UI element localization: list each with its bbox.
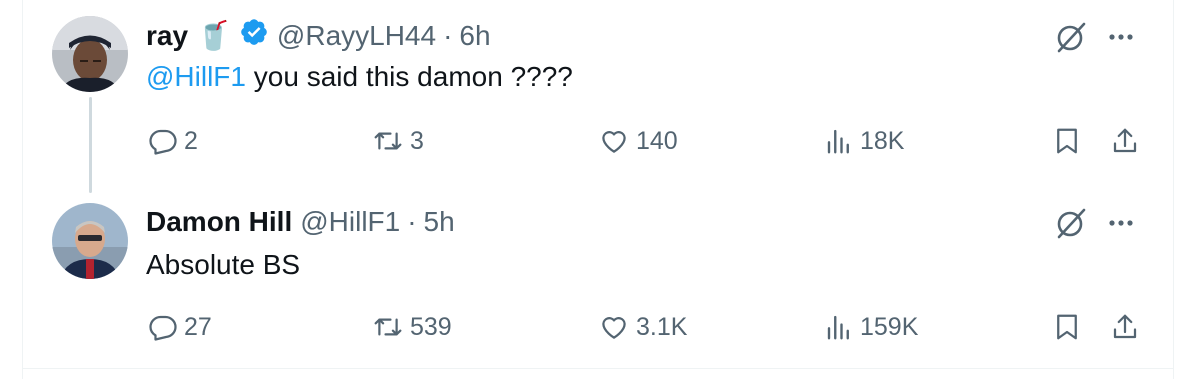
like-icon xyxy=(598,312,630,342)
views-icon xyxy=(824,126,854,156)
like-button[interactable]: 3.1K xyxy=(598,307,687,347)
reply-count: 27 xyxy=(184,312,212,341)
bookmark-icon xyxy=(1052,311,1082,343)
reply-icon xyxy=(148,312,178,342)
like-icon xyxy=(598,126,630,156)
display-name[interactable]: Damon Hill xyxy=(146,205,292,239)
share-icon xyxy=(1110,311,1140,343)
tweet-body: you said this damon ???? xyxy=(245,61,573,92)
like-button[interactable]: 140 xyxy=(598,121,678,161)
avatar[interactable] xyxy=(52,203,128,279)
user-handle[interactable]: @RayyLH44 xyxy=(277,19,436,53)
action-bar: 27 539 3.1K 159K xyxy=(0,307,1200,347)
views-count: 18K xyxy=(860,126,905,155)
repost-icon xyxy=(372,126,404,156)
views-icon xyxy=(824,312,854,342)
reply-count: 2 xyxy=(184,126,198,155)
views-button[interactable]: 159K xyxy=(824,307,918,347)
share-button[interactable] xyxy=(1110,121,1140,161)
bookmark-icon xyxy=(1052,125,1082,157)
name-emoji: 🥤 xyxy=(196,20,231,51)
display-name[interactable]: ray xyxy=(146,19,188,53)
reply-button[interactable]: 27 xyxy=(148,307,212,347)
repost-button[interactable]: 3 xyxy=(372,121,424,161)
header-separator: · xyxy=(407,206,417,237)
more-icon[interactable] xyxy=(1104,206,1138,240)
tweet-text: @HillF1 you said this damon ???? xyxy=(146,59,573,95)
like-count: 140 xyxy=(636,126,678,155)
views-button[interactable]: 18K xyxy=(824,121,904,161)
grok-icon[interactable] xyxy=(1054,20,1088,54)
header-separator: · xyxy=(443,20,453,51)
timestamp[interactable]: 6h xyxy=(459,19,490,53)
repost-count: 539 xyxy=(410,312,452,341)
share-icon xyxy=(1110,125,1140,157)
timeline-bottom-border xyxy=(22,368,1174,369)
views-count: 159K xyxy=(860,312,919,341)
timestamp[interactable]: 5h xyxy=(424,205,455,239)
repost-button[interactable]: 539 xyxy=(372,307,452,347)
verified-badge-icon[interactable] xyxy=(239,17,269,55)
share-button[interactable] xyxy=(1110,307,1140,347)
more-icon[interactable] xyxy=(1104,20,1138,54)
tweet-ray[interactable]: ray 🥤 @RayyLH44 · 6h @HillF1 you said th… xyxy=(0,0,1200,190)
tweet-text: Absolute BS xyxy=(146,249,301,280)
like-count: 3.1K xyxy=(636,312,688,341)
tweet-header: Damon Hill @HillF1 · 5h xyxy=(146,205,455,239)
tweet-header: ray 🥤 @RayyLH44 · 6h xyxy=(146,17,491,55)
reply-icon xyxy=(148,126,178,156)
bookmark-button[interactable] xyxy=(1052,121,1082,161)
user-handle[interactable]: @HillF1 xyxy=(300,205,400,239)
reply-button[interactable]: 2 xyxy=(148,121,198,161)
bookmark-button[interactable] xyxy=(1052,307,1082,347)
repost-count: 3 xyxy=(410,126,424,155)
action-bar: 2 3 140 18K xyxy=(0,121,1200,161)
repost-icon xyxy=(372,312,404,342)
avatar[interactable] xyxy=(52,16,128,92)
mention-link[interactable]: @HillF1 xyxy=(146,61,246,92)
grok-icon[interactable] xyxy=(1054,206,1088,240)
